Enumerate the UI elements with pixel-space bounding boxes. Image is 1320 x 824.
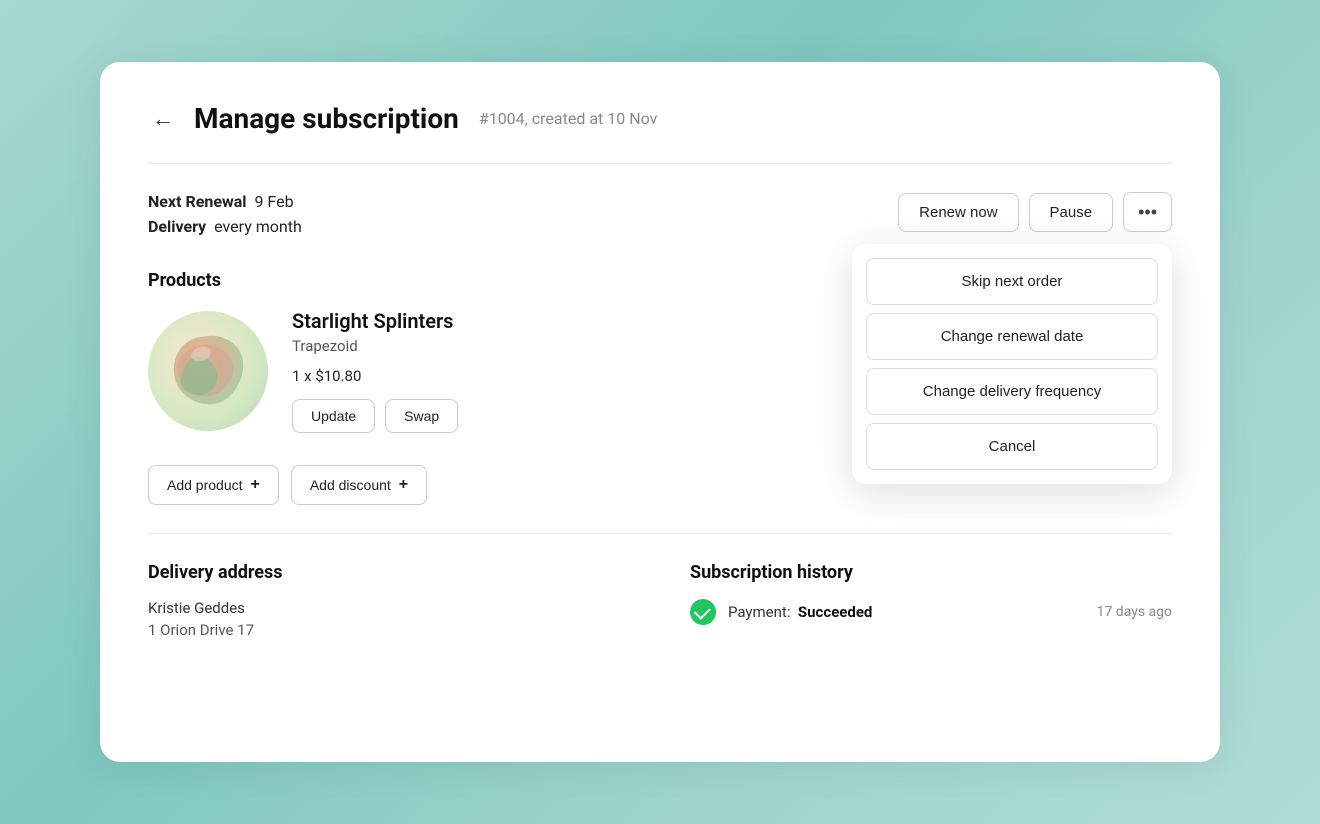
subscription-history-title: Subscription history — [690, 562, 1172, 583]
dropdown-menu: Skip next order Change renewal date Chan… — [852, 244, 1172, 484]
delivery-address-name: Kristie Geddes — [148, 599, 630, 617]
payment-success-icon — [690, 599, 716, 625]
cancel-subscription-button[interactable]: Cancel — [866, 423, 1158, 470]
history-label: Payment: — [728, 603, 790, 621]
next-renewal-date: 9 Feb — [254, 192, 293, 211]
pause-button[interactable]: Pause — [1029, 193, 1114, 232]
bottom-section: Delivery address Kristie Geddes 1 Orion … — [148, 562, 1172, 639]
delivery-address-title: Delivery address — [148, 562, 630, 583]
add-discount-plus-icon: + — [399, 476, 408, 494]
renew-now-button[interactable]: Renew now — [898, 193, 1018, 232]
history-status: Succeeded — [798, 603, 872, 621]
add-discount-button[interactable]: Add discount + — [291, 465, 427, 505]
renewal-info: Next Renewal 9 Feb Delivery every month — [148, 192, 302, 242]
dots-icon: ••• — [1138, 203, 1157, 221]
history-time: 17 days ago — [1097, 604, 1172, 620]
subscription-id: #1004, created at 10 Nov — [479, 109, 658, 128]
more-options-button[interactable]: ••• — [1123, 192, 1172, 232]
page-title: Manage subscription — [194, 102, 459, 135]
change-renewal-date-button[interactable]: Change renewal date — [866, 313, 1158, 360]
add-product-plus-icon: + — [251, 476, 260, 494]
skip-next-order-button[interactable]: Skip next order — [866, 258, 1158, 305]
change-delivery-frequency-button[interactable]: Change delivery frequency — [866, 368, 1158, 415]
renewal-section: Next Renewal 9 Feb Delivery every month … — [148, 192, 1172, 242]
next-renewal-row: Next Renewal 9 Feb — [148, 192, 302, 211]
delivery-label: Delivery — [148, 217, 206, 236]
product-image — [148, 311, 268, 431]
history-item: Payment: Succeeded 17 days ago — [690, 599, 1172, 625]
delivery-row: Delivery every month — [148, 217, 302, 236]
product-blob-svg — [163, 326, 253, 416]
add-product-button[interactable]: Add product + — [148, 465, 279, 505]
update-product-button[interactable]: Update — [292, 399, 375, 433]
add-discount-label: Add discount — [310, 477, 391, 493]
swap-product-button[interactable]: Swap — [385, 399, 458, 433]
main-card: ← Manage subscription #1004, created at … — [100, 62, 1220, 762]
delivery-address-section: Delivery address Kristie Geddes 1 Orion … — [148, 562, 630, 639]
next-renewal-label: Next Renewal — [148, 192, 247, 211]
delivery-address-line1: 1 Orion Drive 17 — [148, 621, 630, 639]
header-divider — [148, 163, 1172, 164]
back-button[interactable]: ← — [148, 104, 178, 134]
action-buttons: Renew now Pause ••• Skip next order Chan… — [898, 192, 1172, 232]
page-header: ← Manage subscription #1004, created at … — [148, 102, 1172, 135]
add-product-label: Add product — [167, 477, 243, 493]
subscription-history-section: Subscription history Payment: Succeeded … — [690, 562, 1172, 639]
bottom-divider — [148, 533, 1172, 534]
delivery-frequency: every month — [214, 217, 302, 236]
history-text: Payment: Succeeded — [728, 603, 1085, 621]
